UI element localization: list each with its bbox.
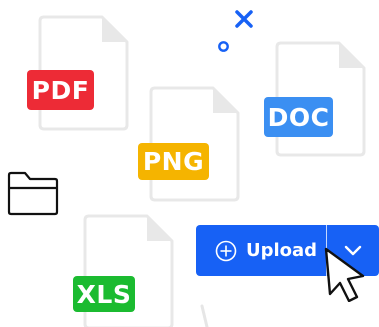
png-badge: PNG	[138, 143, 209, 180]
upload-illustration: PDF PNG DOC XLS Upload	[0, 0, 379, 327]
mouse-pointer-icon	[322, 246, 368, 307]
upload-button[interactable]: Upload	[196, 225, 326, 276]
xls-badge: XLS	[73, 276, 135, 312]
doc-badge: DOC	[264, 97, 333, 137]
folder-icon	[7, 170, 59, 221]
upload-button-label: Upload	[246, 240, 318, 261]
decorative-line	[199, 304, 211, 327]
pdf-badge: PDF	[27, 70, 94, 110]
circle-icon	[217, 40, 230, 58]
close-icon	[234, 9, 254, 34]
plus-circle-icon	[215, 240, 237, 261]
